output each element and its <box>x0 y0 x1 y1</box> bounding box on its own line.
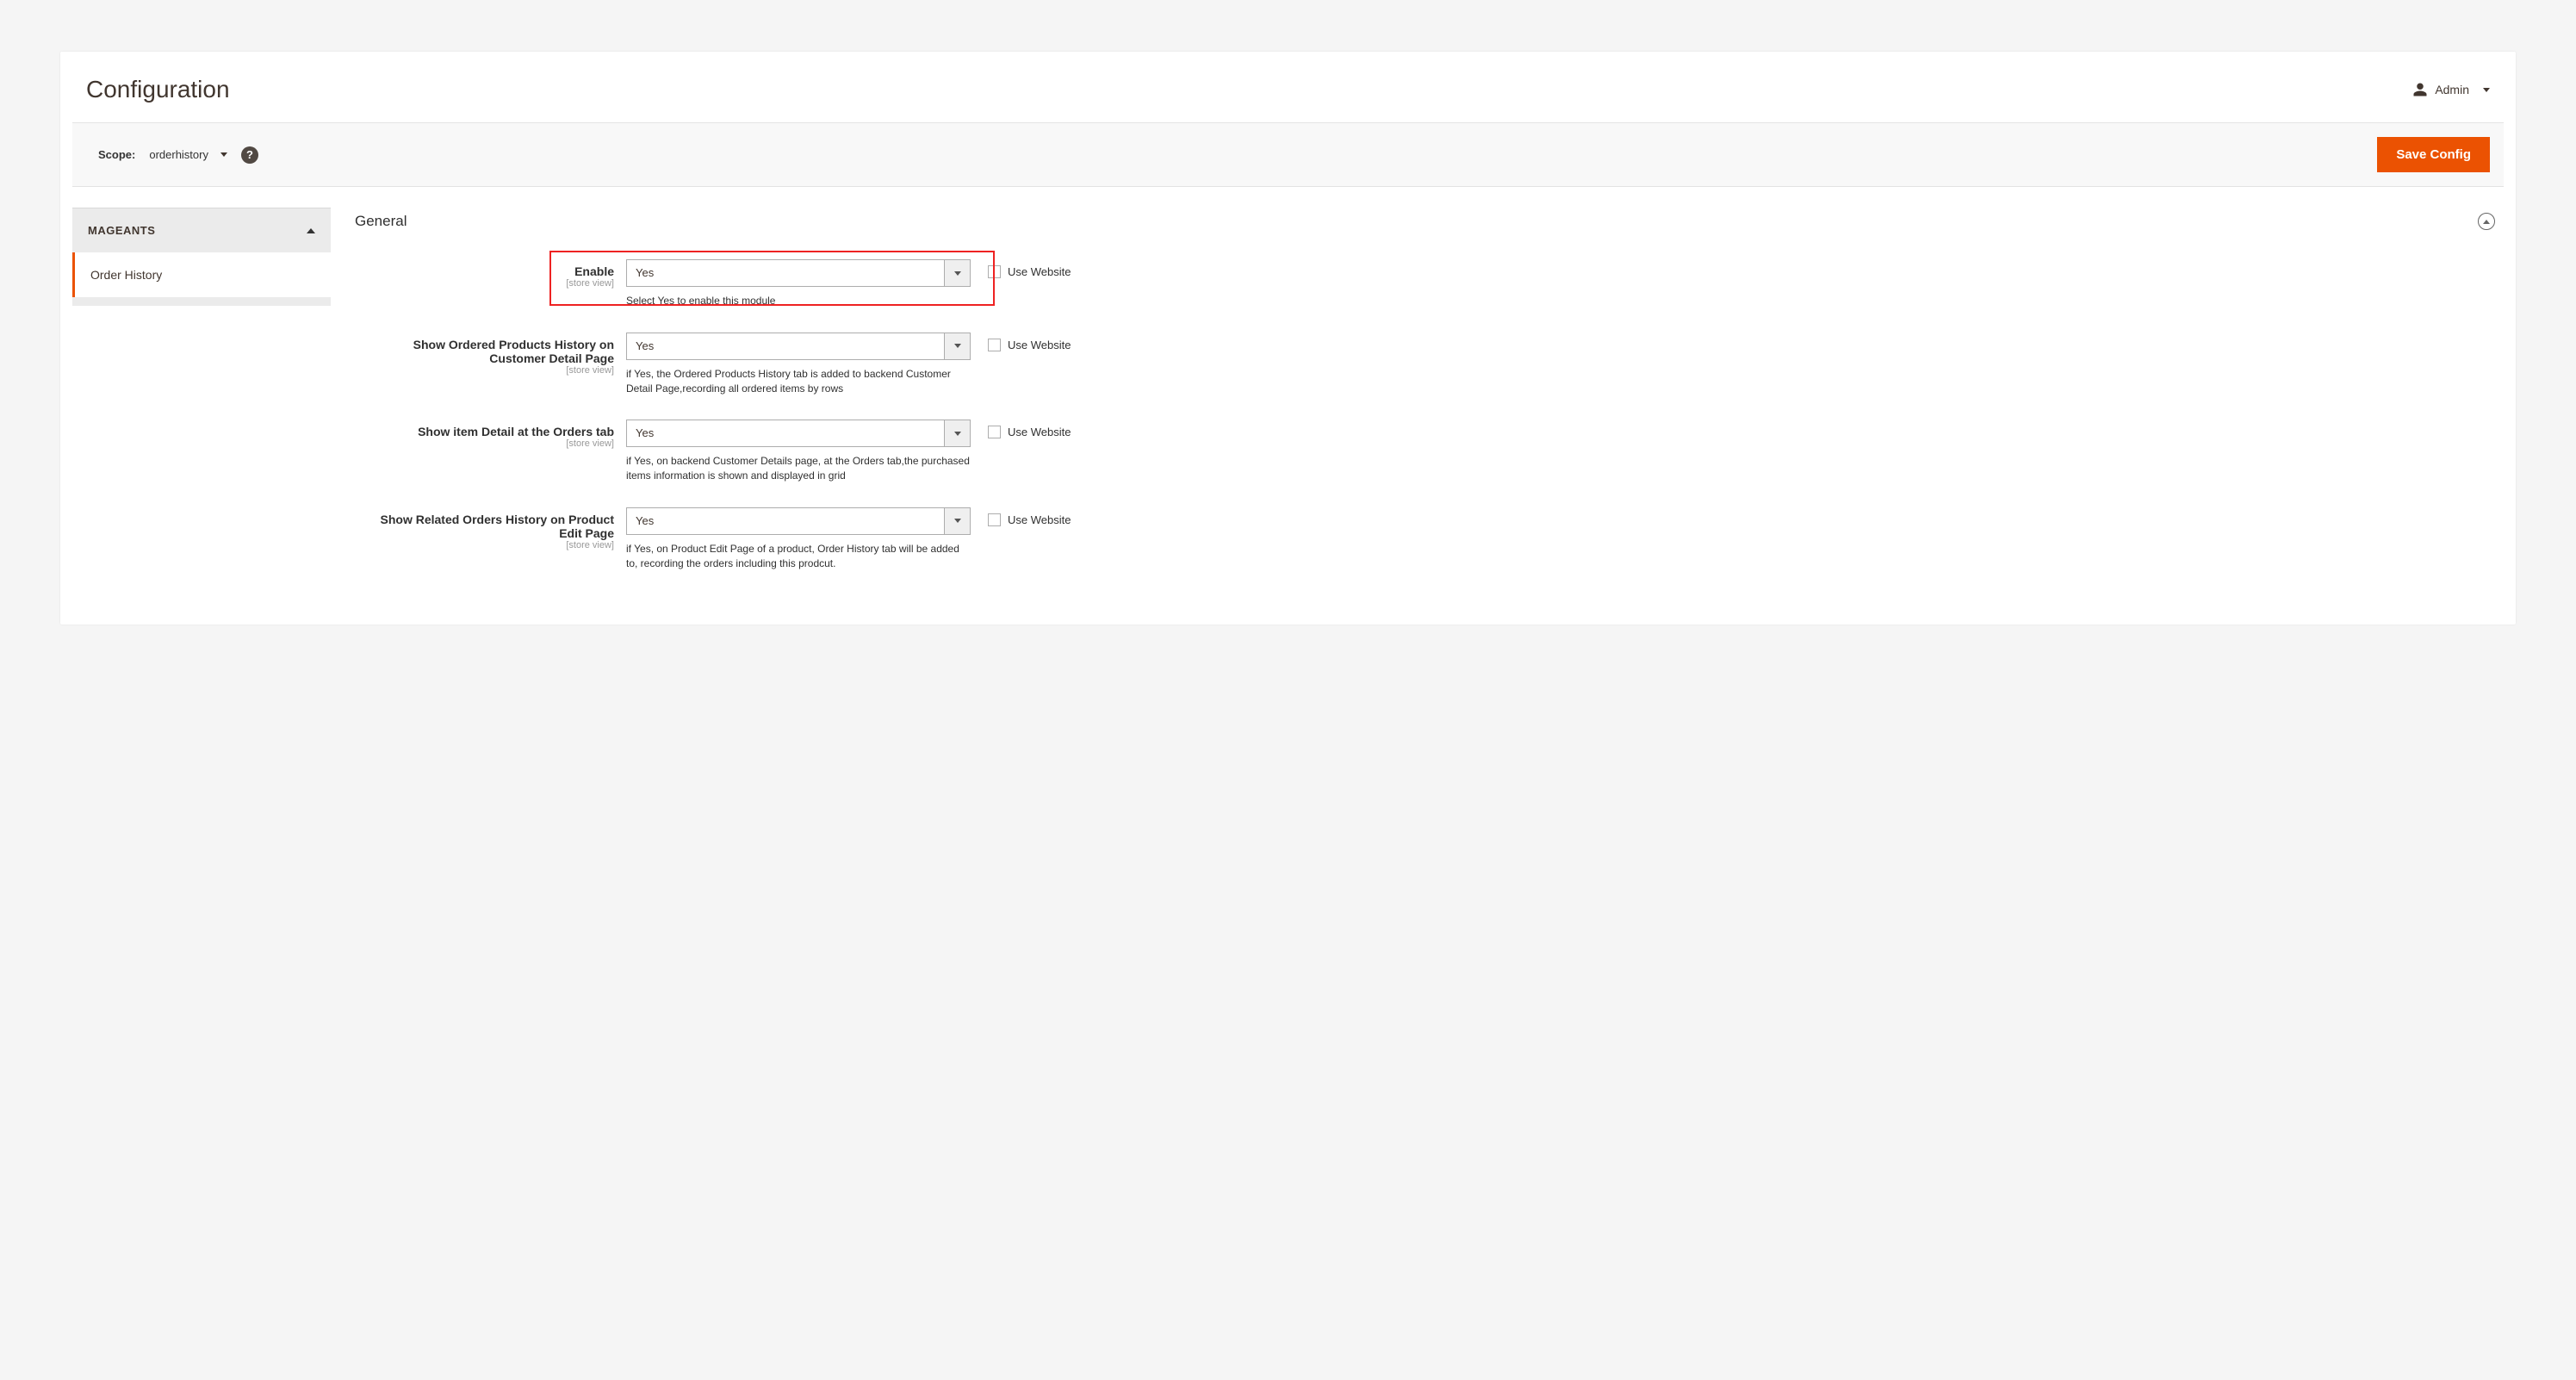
field-label: Show Related Orders History on Product E… <box>355 513 614 540</box>
field-control-col: Yes if Yes, on backend Customer Details … <box>626 420 971 483</box>
field-extra-col: Use Website <box>971 420 1071 438</box>
field-extra-col: Use Website <box>971 333 1071 351</box>
field-note: if Yes, on Product Edit Page of a produc… <box>626 542 971 571</box>
user-menu[interactable]: Admin <box>2412 82 2490 97</box>
chevron-down-icon <box>954 344 961 348</box>
use-website-label: Use Website <box>1008 513 1071 526</box>
show-item-detail-select[interactable]: Yes <box>626 420 971 447</box>
select-dropdown-button <box>944 508 970 534</box>
section-title: General <box>355 213 407 230</box>
page-container: Configuration Admin Scope: orderhistory … <box>60 52 2516 625</box>
field-extra-col: Use Website <box>971 507 1071 526</box>
field-row-show-customer: Show Ordered Products History on Custome… <box>355 327 2495 415</box>
field-label: Enable <box>355 264 614 278</box>
scope-label: Scope: <box>98 148 135 161</box>
chevron-down-icon <box>220 152 227 157</box>
field-label-col: Show Ordered Products History on Custome… <box>355 333 626 376</box>
field-control-col: Yes if Yes, the Ordered Products History… <box>626 333 971 396</box>
use-website-checkbox[interactable] <box>988 339 1001 351</box>
field-scope: [store view] <box>355 365 614 376</box>
use-website-checkbox[interactable] <box>988 513 1001 526</box>
chevron-down-icon <box>954 519 961 523</box>
field-label: Show item Detail at the Orders tab <box>355 425 614 438</box>
user-name: Admin <box>2435 83 2469 96</box>
use-website-label: Use Website <box>1008 426 1071 438</box>
page-title: Configuration <box>86 76 230 103</box>
field-scope: [store view] <box>355 438 614 449</box>
select-value: Yes <box>627 333 944 359</box>
chevron-down-icon <box>954 271 961 276</box>
chevron-up-icon <box>307 228 315 233</box>
sidebar-item-label: Order History <box>90 268 162 282</box>
select-value: Yes <box>627 260 944 286</box>
sidebar-item-order-history[interactable]: Order History <box>72 252 331 297</box>
field-label-col: Show item Detail at the Orders tab [stor… <box>355 420 626 449</box>
chevron-down-icon <box>2483 88 2490 92</box>
section-header: General <box>355 208 2495 254</box>
field-extra-col: Use Website <box>971 259 1071 278</box>
select-value: Yes <box>627 420 944 446</box>
show-customer-select[interactable]: Yes <box>626 333 971 360</box>
use-website-checkbox[interactable] <box>988 265 1001 278</box>
toolbar: Scope: orderhistory ? Save Config <box>72 122 2504 187</box>
field-note: if Yes, on backend Customer Details page… <box>626 454 971 483</box>
scope-selector[interactable]: orderhistory <box>149 148 227 161</box>
select-value: Yes <box>627 508 944 534</box>
use-website-checkbox[interactable] <box>988 426 1001 438</box>
field-note: Select Yes to enable this module <box>626 294 971 308</box>
use-website-label: Use Website <box>1008 265 1071 278</box>
field-row-show-related: Show Related Orders History on Product E… <box>355 502 2495 590</box>
field-note: if Yes, the Ordered Products History tab… <box>626 367 971 396</box>
enable-select[interactable]: Yes <box>626 259 971 287</box>
sidebar-divider <box>72 297 331 306</box>
field-row-enable-wrap: Enable [store view] Yes Select Yes to en… <box>355 254 2495 327</box>
section-collapse-toggle[interactable] <box>2478 213 2495 230</box>
select-dropdown-button <box>944 260 970 286</box>
show-related-select[interactable]: Yes <box>626 507 971 535</box>
chevron-down-icon <box>954 432 961 436</box>
scope-value: orderhistory <box>149 148 208 161</box>
field-label-col: Show Related Orders History on Product E… <box>355 507 626 550</box>
chevron-up-icon <box>2483 220 2490 224</box>
help-icon[interactable]: ? <box>241 146 258 164</box>
field-label-col: Enable [store view] <box>355 259 626 289</box>
config-main: General Enable [store view] Yes <box>355 208 2504 590</box>
field-scope: [store view] <box>355 278 614 289</box>
select-dropdown-button <box>944 333 970 359</box>
use-website-label: Use Website <box>1008 339 1071 351</box>
scope-area: Scope: orderhistory ? <box>98 146 258 164</box>
user-icon <box>2412 82 2428 97</box>
field-control-col: Yes if Yes, on Product Edit Page of a pr… <box>626 507 971 571</box>
field-control-col: Yes Select Yes to enable this module <box>626 259 971 308</box>
config-sidebar: MAGEANTS Order History <box>72 208 331 306</box>
select-dropdown-button <box>944 420 970 446</box>
field-scope: [store view] <box>355 540 614 550</box>
content-row: MAGEANTS Order History General Enabl <box>72 208 2504 590</box>
field-row-show-item-detail: Show item Detail at the Orders tab [stor… <box>355 414 2495 502</box>
save-config-button[interactable]: Save Config <box>2377 137 2490 172</box>
sidebar-group-mageants[interactable]: MAGEANTS <box>72 208 331 252</box>
page-header: Configuration Admin <box>60 52 2516 122</box>
field-row-enable: Enable [store view] Yes Select Yes to en… <box>355 254 2495 327</box>
field-label: Show Ordered Products History on Custome… <box>355 338 614 365</box>
sidebar-group-label: MAGEANTS <box>88 224 155 237</box>
